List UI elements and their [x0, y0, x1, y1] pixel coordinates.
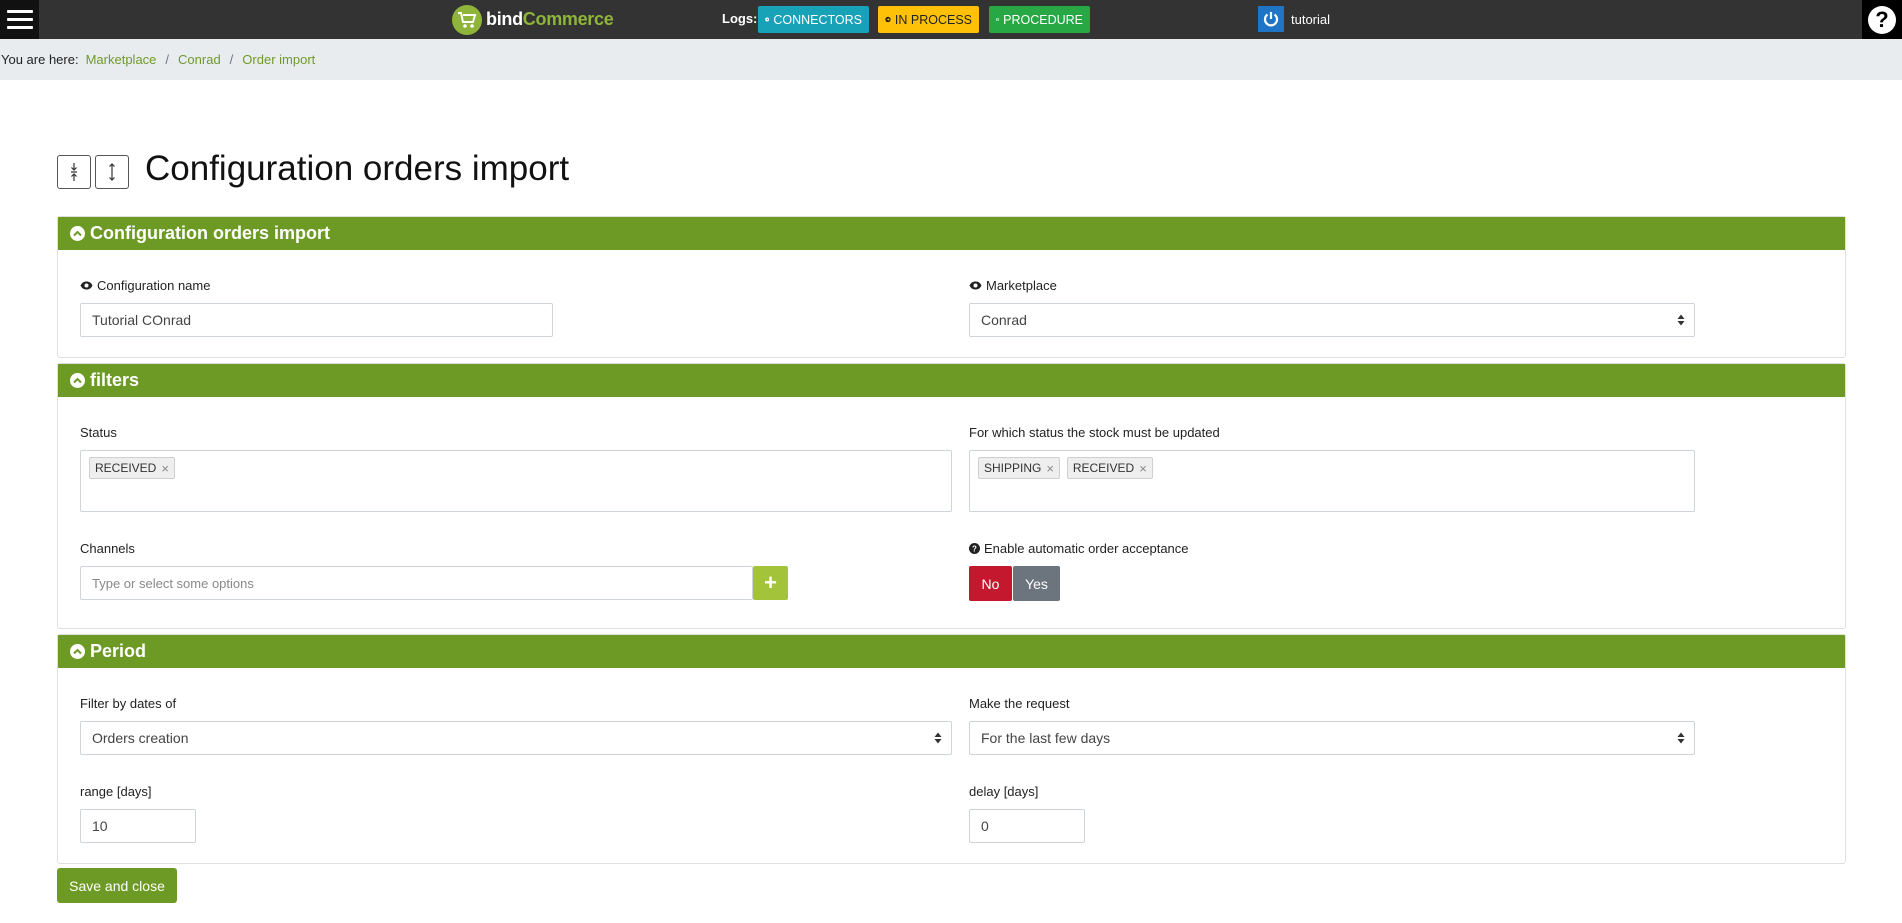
collapse-arrows-icon — [71, 163, 77, 181]
save-and-close-button[interactable]: Save and close — [57, 868, 177, 903]
chevron-up-icon — [70, 373, 85, 388]
select-arrows-icon — [1677, 732, 1685, 744]
breadcrumb: You are here: Marketplace / Conrad / Ord… — [0, 39, 1902, 80]
remove-tag-icon[interactable]: × — [1046, 461, 1054, 476]
request-label: Make the request — [969, 696, 1070, 711]
remove-tag-icon[interactable]: × — [161, 461, 169, 476]
expand-arrows-icon — [109, 163, 115, 181]
page-title: Configuration orders import — [145, 149, 570, 188]
range-input[interactable]: 10 — [80, 809, 196, 843]
hamburger-menu-icon[interactable] — [0, 0, 39, 39]
breadcrumb-separator: / — [229, 52, 234, 67]
stock-tag: RECEIVED × — [1066, 457, 1153, 479]
filter-dates-label: Filter by dates of — [80, 696, 177, 711]
power-icon[interactable] — [1258, 6, 1284, 32]
status-tag: RECEIVED × — [89, 457, 175, 479]
channels-label: Channels — [80, 541, 135, 556]
add-channel-button[interactable]: + — [753, 566, 788, 600]
auto-accept-label: ? Enable automatic order acceptance — [969, 541, 1189, 556]
user-menu[interactable]: tutorial — [1258, 6, 1330, 32]
marketplace-select[interactable]: Conrad — [969, 303, 1695, 337]
eye-icon — [969, 281, 982, 290]
delay-input[interactable]: 0 — [969, 809, 1085, 843]
chevron-up-icon — [70, 226, 85, 241]
range-label: range [days] — [80, 784, 152, 799]
request-select[interactable]: For the last few days — [969, 721, 1695, 755]
filters-section-header[interactable]: filters — [58, 364, 1845, 397]
period-section-header[interactable]: Period — [58, 635, 1845, 668]
connectors-label: CONNECTORS — [773, 12, 862, 27]
in-process-log-button[interactable]: IN PROCESS — [878, 6, 979, 33]
procedure-label: PROCEDURE — [1003, 12, 1083, 27]
procedure-log-button[interactable]: PROCEDURE — [989, 6, 1090, 33]
period-section-title: Period — [90, 641, 147, 661]
eye-icon — [80, 281, 93, 290]
delay-label: delay [days] — [969, 784, 1039, 799]
config-section-title: Configuration orders import — [90, 223, 330, 243]
help-button[interactable]: ? — [1862, 0, 1902, 39]
collapse-all-button[interactable] — [57, 155, 91, 189]
in-process-label: IN PROCESS — [894, 12, 972, 27]
breadcrumb-order-import[interactable]: Order import — [242, 52, 315, 67]
username: tutorial — [1291, 11, 1331, 27]
expand-all-button[interactable] — [95, 155, 129, 189]
auto-accept-no-button[interactable]: No — [969, 566, 1012, 601]
question-icon: ? — [1868, 5, 1896, 34]
logo-text: bindCommerce — [486, 9, 614, 29]
svg-text:?: ? — [972, 545, 977, 554]
calendar-icon — [996, 18, 1000, 21]
breadcrumb-conrad[interactable]: Conrad — [178, 52, 221, 67]
arrow-circle-icon — [885, 16, 891, 23]
auto-accept-yes-button[interactable]: Yes — [1013, 566, 1060, 601]
filters-section-title: filters — [90, 370, 140, 390]
marketplace-label: Marketplace — [969, 278, 1057, 293]
breadcrumb-marketplace[interactable]: Marketplace — [86, 52, 157, 67]
stock-tag: SHIPPING × — [978, 457, 1060, 479]
select-arrows-icon — [934, 732, 942, 744]
cart-logo-icon — [452, 4, 482, 35]
top-navbar: bindCommerce Logs: CONNECTORS IN PROCESS… — [0, 0, 1902, 39]
stock-status-multiselect[interactable]: SHIPPING × RECEIVED × — [969, 450, 1695, 512]
stock-status-label: For which status the stock must be updat… — [969, 425, 1220, 440]
bindcommerce-logo[interactable]: bindCommerce — [452, 3, 614, 36]
connectors-log-button[interactable]: CONNECTORS — [758, 6, 869, 33]
breadcrumb-prefix: You are here: — [1, 52, 79, 67]
filter-dates-select[interactable]: Orders creation — [80, 721, 952, 755]
question-circle-icon: ? — [969, 543, 980, 554]
status-multiselect[interactable]: RECEIVED × — [80, 450, 952, 512]
chevron-up-icon — [70, 644, 85, 659]
config-name-input[interactable]: Tutorial COnrad — [80, 303, 553, 337]
channels-input[interactable]: Type or select some options — [80, 566, 753, 600]
logs-label: Logs: — [722, 11, 758, 26]
remove-tag-icon[interactable]: × — [1139, 461, 1147, 476]
breadcrumb-separator: / — [165, 52, 170, 67]
arrow-circle-icon — [765, 17, 770, 22]
config-section-header[interactable]: Configuration orders import — [58, 217, 1845, 250]
status-label: Status — [80, 425, 117, 440]
plus-icon: + — [764, 570, 777, 595]
config-name-label: Configuration name — [80, 278, 210, 293]
select-arrows-icon — [1677, 314, 1685, 326]
